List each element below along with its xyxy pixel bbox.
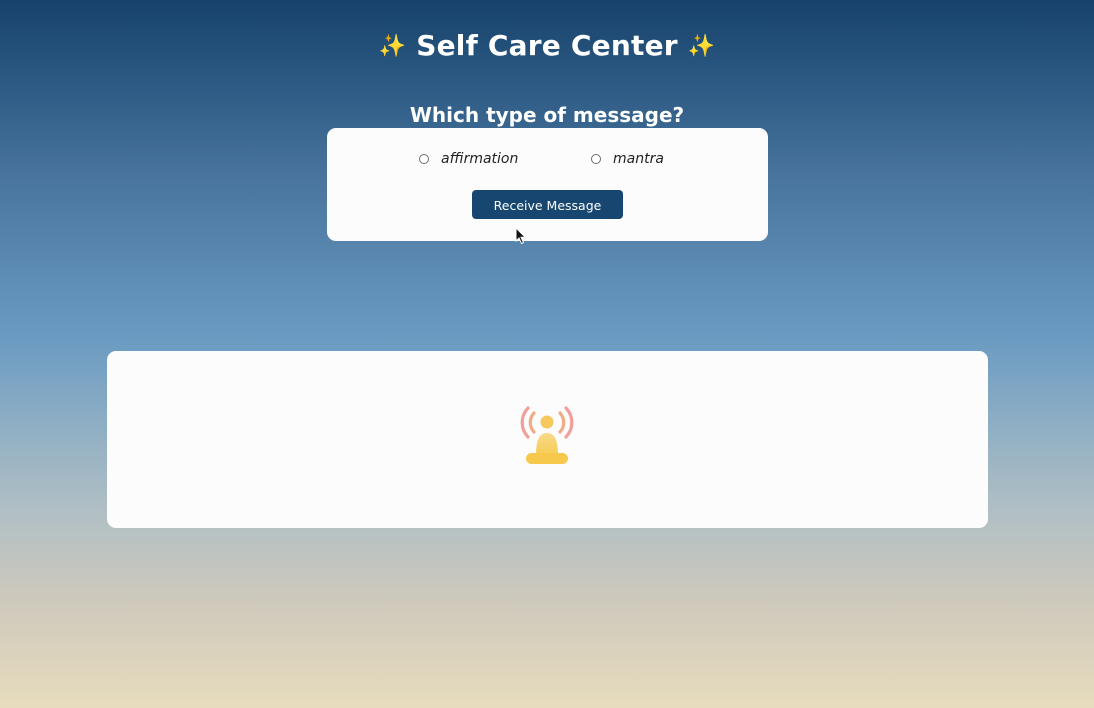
message-display-panel bbox=[107, 351, 988, 528]
meditation-icon bbox=[520, 406, 574, 464]
sparkle-right-icon: ✨ bbox=[687, 33, 716, 59]
affirmation-label[interactable]: affirmation bbox=[441, 151, 518, 167]
affirmation-option[interactable]: affirmation bbox=[419, 149, 518, 169]
mouse-cursor-icon bbox=[515, 227, 527, 245]
mantra-label[interactable]: mantra bbox=[613, 151, 664, 167]
message-type-form: affirmation mantra Receive Message bbox=[327, 128, 768, 241]
sparkle-left-icon: ✨ bbox=[378, 33, 407, 59]
mantra-option[interactable]: mantra bbox=[591, 149, 664, 169]
receive-message-button[interactable]: Receive Message bbox=[472, 190, 623, 219]
affirmation-radio[interactable] bbox=[419, 154, 429, 164]
app-title: ✨ Self Care Center ✨ bbox=[0, 27, 1094, 66]
mantra-radio[interactable] bbox=[591, 154, 601, 164]
message-type-question: Which type of message? bbox=[409, 102, 685, 127]
app-title-text: Self Care Center bbox=[416, 28, 678, 62]
radio-group: affirmation mantra bbox=[327, 149, 768, 169]
